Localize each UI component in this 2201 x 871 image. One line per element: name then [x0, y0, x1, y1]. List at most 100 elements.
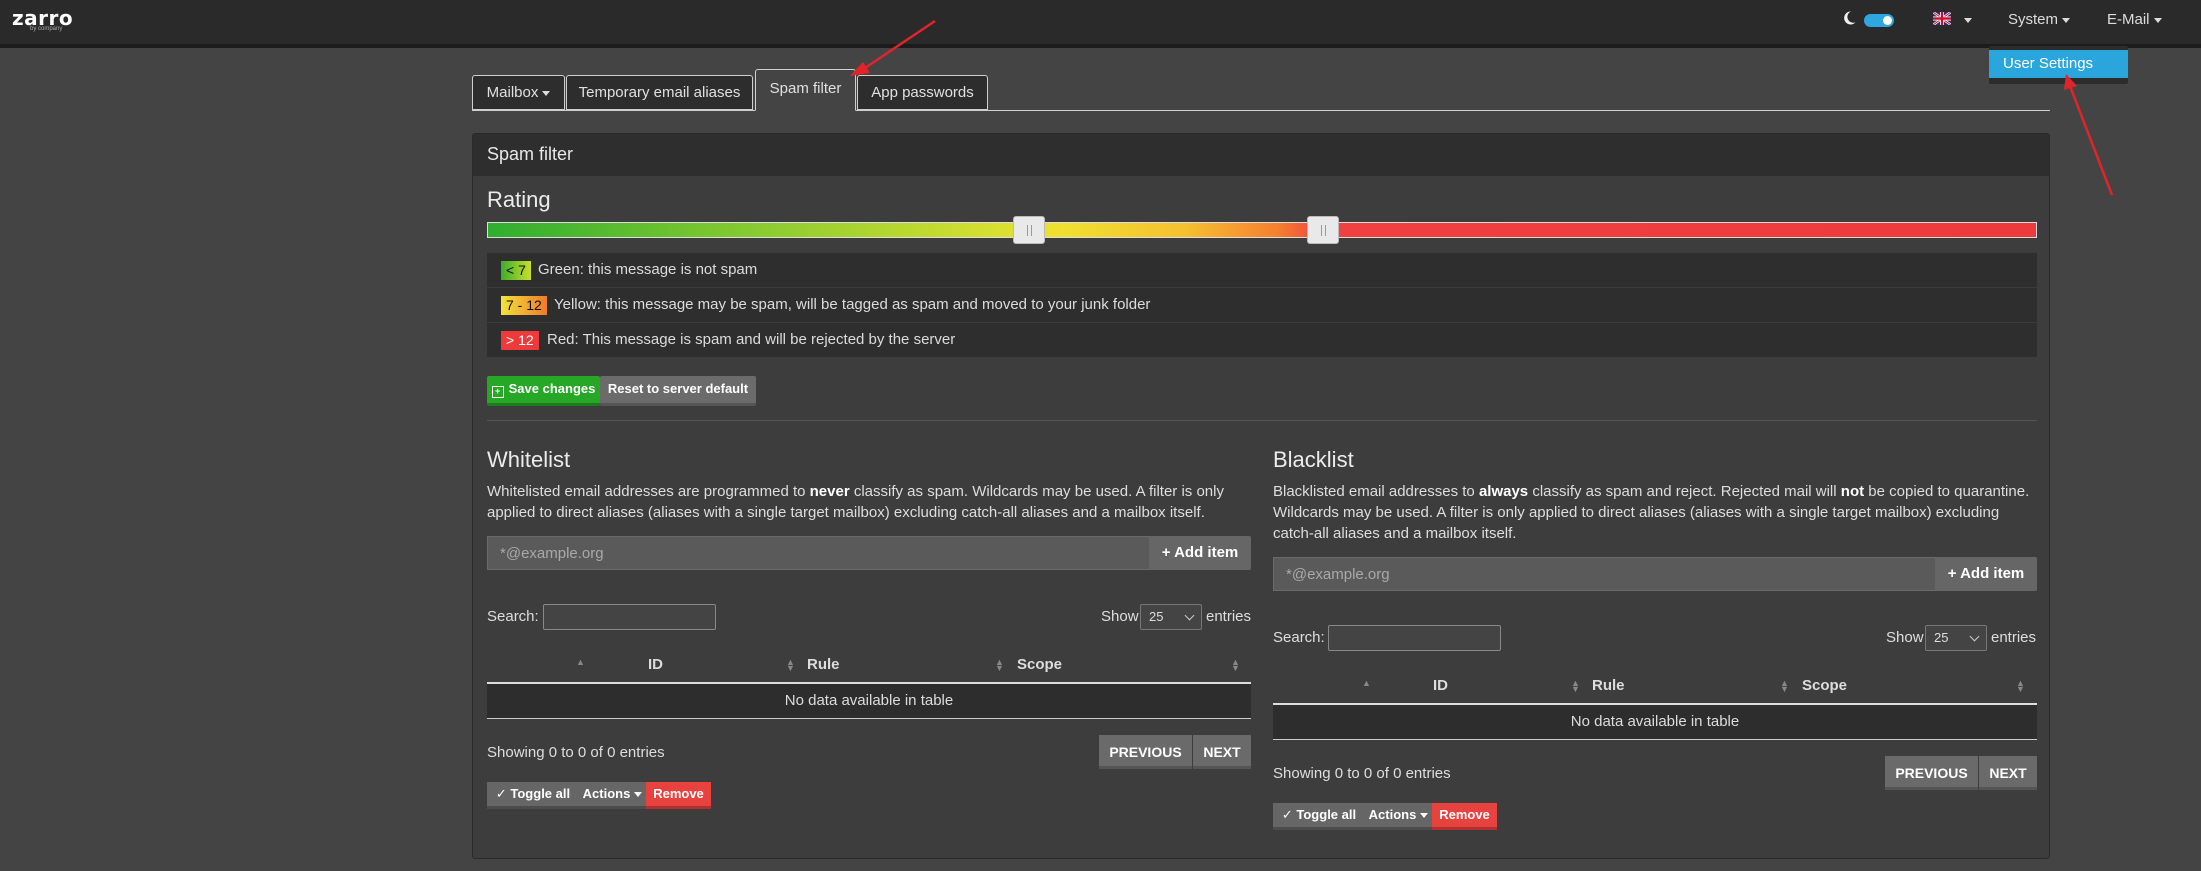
- spam-rating-slider[interactable]: [487, 222, 2037, 238]
- desc-text: Blacklisted email addresses to: [1273, 483, 1479, 500]
- chevron-down-icon: [542, 90, 551, 96]
- save-icon: +: [491, 386, 504, 398]
- divider: [487, 420, 2037, 421]
- sort-icon: ▲ ▼: [1571, 678, 1580, 694]
- whitelist-add-item-button[interactable]: + Add item: [1149, 536, 1251, 570]
- chevron-down-icon: [1420, 813, 1429, 819]
- panel-title: Spam filter: [487, 144, 574, 164]
- toggle-knob: [1883, 16, 1892, 25]
- tab-temporary-email-aliases[interactable]: Temporary email aliases: [566, 75, 753, 110]
- moon-icon: [1844, 11, 1856, 25]
- sort-icon: ▲ ▼: [995, 657, 1004, 673]
- column-header-scope[interactable]: Scope: [1017, 656, 1062, 673]
- chevron-down-icon: [634, 792, 643, 798]
- tab-spam-filter[interactable]: Spam filter: [755, 69, 856, 111]
- whitelist-previous-button[interactable]: PREVIOUS: [1099, 735, 1192, 769]
- blacklist-page-size-select[interactable]: 25: [1925, 625, 1987, 651]
- button-label: Toggle all: [1296, 807, 1357, 822]
- dark-mode-toggle[interactable]: [1864, 14, 1894, 27]
- legend-text: Red: This message is spam and will be re…: [547, 331, 956, 348]
- blacklist-add-item-button[interactable]: + Add item: [1935, 557, 2037, 591]
- sort-icon: ▲ ▼: [2016, 678, 2025, 694]
- tab-app-passwords[interactable]: App passwords: [857, 75, 988, 110]
- tab-label: Spam filter: [769, 80, 842, 97]
- slider-handle-low[interactable]: [1013, 216, 1045, 244]
- legend-row-green: < 7 Green: this message is not spam: [487, 252, 2037, 287]
- blacklist-next-button[interactable]: NEXT: [1979, 756, 2037, 790]
- blacklist-description: Blacklisted email addresses to always cl…: [1273, 481, 2037, 544]
- sort-icon[interactable]: ▲: [576, 658, 585, 667]
- sort-icon[interactable]: ▲: [1362, 679, 1371, 688]
- blacklist-address-input[interactable]: [1273, 557, 1936, 591]
- user-settings-menu-item[interactable]: User Settings: [1989, 50, 2128, 78]
- spam-filter-panel: Spam filter Rating < 7 Green: this messa…: [472, 133, 2050, 859]
- tabs-baseline: [472, 110, 2050, 111]
- slider-handle-high[interactable]: [1307, 216, 1339, 244]
- column-header-scope[interactable]: Scope: [1802, 677, 1847, 694]
- legend-badge-yellow: 7 - 12: [501, 296, 547, 315]
- select-value: 25: [1934, 630, 1949, 645]
- column-header-rule[interactable]: Rule: [807, 656, 840, 673]
- whitelist-actions-button[interactable]: Actions: [579, 782, 646, 809]
- button-label: Actions: [582, 786, 631, 801]
- system-menu[interactable]: System: [2008, 11, 2071, 28]
- uk-flag-icon[interactable]: [1933, 12, 1951, 25]
- reset-to-default-button[interactable]: Reset to server default: [600, 376, 756, 406]
- email-menu-label: E-Mail: [2107, 11, 2150, 28]
- blacklist-search-input[interactable]: [1328, 625, 1501, 651]
- whitelist-description: Whitelisted email addresses are programm…: [487, 481, 1247, 523]
- legend-text: Yellow: this message may be spam, will b…: [554, 296, 1151, 313]
- blacklist-actions-button[interactable]: Actions: [1365, 803, 1432, 830]
- legend-row-red: > 12 Red: This message is spam and will …: [487, 322, 2037, 357]
- check-icon: ✓: [495, 786, 511, 801]
- system-menu-label: System: [2008, 11, 2059, 28]
- whitelist-input-group: + Add item: [487, 536, 1251, 570]
- search-label: Search:: [1273, 629, 1325, 646]
- column-header-rule[interactable]: Rule: [1592, 677, 1625, 694]
- blacklist-input-group: + Add item: [1273, 557, 2037, 591]
- table-empty-row: No data available in table: [487, 684, 1251, 719]
- tab-label: App passwords: [871, 84, 974, 101]
- whitelist-remove-button[interactable]: Remove: [646, 782, 711, 809]
- chevron-down-icon: [1184, 610, 1195, 621]
- select-value: 25: [1149, 609, 1164, 624]
- legend-badge-red: > 12: [501, 331, 539, 350]
- rating-heading: Rating: [487, 187, 551, 212]
- button-label: Toggle all: [510, 786, 571, 801]
- blacklist-previous-button[interactable]: PREVIOUS: [1885, 756, 1978, 790]
- blacklist-toggle-all-button[interactable]: ✓ Toggle all: [1273, 803, 1365, 830]
- blacklist-heading: Blacklist: [1273, 447, 1354, 472]
- email-menu[interactable]: E-Mail: [2107, 11, 2162, 28]
- desc-text: classify as spam and reject. Rejected ma…: [1528, 483, 1841, 500]
- whitelist-address-input[interactable]: [487, 536, 1150, 570]
- table-info: Showing 0 to 0 of 0 entries: [1273, 765, 1451, 782]
- whitelist-heading: Whitelist: [487, 447, 571, 472]
- column-header-id[interactable]: ID: [1433, 677, 1448, 694]
- table-empty-row: No data available in table: [1273, 705, 2037, 740]
- logo-subtitle: by company: [30, 26, 63, 32]
- table-info: Showing 0 to 0 of 0 entries: [487, 744, 665, 761]
- language-chevron-down-icon[interactable]: [1964, 18, 1972, 23]
- whitelist-toggle-all-button[interactable]: ✓ Toggle all: [487, 782, 579, 809]
- panel-heading: Spam filter: [473, 134, 2049, 176]
- chevron-down-icon: [2062, 17, 2071, 23]
- entries-label: entries: [1991, 629, 2037, 646]
- save-changes-button[interactable]: + Save changes: [487, 376, 600, 406]
- top-navbar: zarro by company System E-Mail: [0, 0, 2201, 48]
- whitelist-search-input[interactable]: [543, 604, 716, 630]
- whitelist-next-button[interactable]: NEXT: [1193, 735, 1251, 769]
- tab-mailbox[interactable]: Mailbox: [472, 75, 565, 110]
- chevron-down-icon: [2153, 17, 2162, 23]
- blacklist-remove-button[interactable]: Remove: [1432, 803, 1497, 830]
- button-label: Actions: [1368, 807, 1417, 822]
- chevron-down-icon: [1969, 631, 1980, 642]
- show-label: Show: [1886, 629, 1924, 646]
- legend-text: Green: this message is not spam: [538, 261, 758, 278]
- column-header-id[interactable]: ID: [648, 656, 663, 673]
- legend-row-yellow: 7 - 12 Yellow: this message may be spam,…: [487, 287, 2037, 322]
- whitelist-page-size-select[interactable]: 25: [1140, 604, 1202, 630]
- desc-bold: not: [1840, 483, 1865, 500]
- check-icon: ✓: [1281, 807, 1297, 822]
- sort-icon: ▲ ▼: [1780, 678, 1789, 694]
- desc-bold: always: [1478, 483, 1529, 500]
